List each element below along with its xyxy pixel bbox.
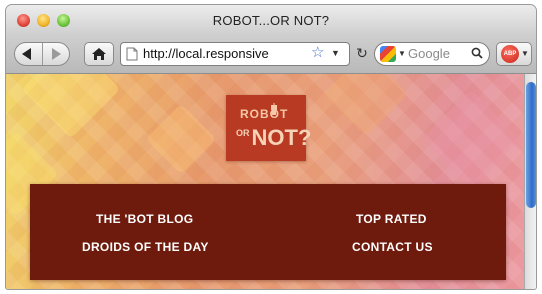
navigation-buttons (14, 42, 70, 66)
back-arrow-icon (22, 48, 31, 60)
minimize-button[interactable] (37, 14, 50, 27)
forward-arrow-icon (52, 48, 61, 60)
chevron-down-icon[interactable]: ▼ (331, 48, 340, 58)
url-bar[interactable]: http://local.responsive ☆ ▼ (120, 42, 350, 66)
browser-toolbar: http://local.responsive ☆ ▼ ↻ ▼ Google A… (6, 35, 536, 74)
site-navigation: THE 'BOT BLOG TOP RATED DROIDS OF THE DA… (30, 184, 506, 280)
page-content: ROBOT ORNOT? THE 'BOT BLOG TOP RATED DRO… (6, 74, 524, 289)
zoom-button[interactable] (57, 14, 70, 27)
bookmark-star-icon[interactable]: ☆ (311, 45, 324, 61)
nav-link-droids-of-the-day[interactable]: DROIDS OF THE DAY (82, 240, 209, 254)
scrollbar-thumb[interactable] (526, 82, 536, 208)
adblock-icon: ABP (501, 45, 519, 63)
browser-window: ROBOT...OR NOT? http://local.responsive … (6, 5, 536, 289)
title-bar: ROBOT...OR NOT? (6, 5, 536, 35)
google-icon (380, 46, 396, 62)
home-icon (92, 48, 106, 60)
vertical-scrollbar[interactable] (524, 74, 536, 289)
background-diamond (323, 74, 409, 137)
logo-word-not: ORNOT? (236, 125, 311, 151)
robot-icon (271, 103, 277, 115)
forward-button[interactable] (43, 43, 69, 65)
nav-link-top-rated[interactable]: TOP RATED (356, 212, 427, 226)
chevron-down-icon: ▼ (521, 49, 529, 58)
logo-word-robot: ROBOT (240, 107, 289, 121)
nav-link-contact-us[interactable]: CONTACT US (352, 240, 433, 254)
search-icon[interactable] (471, 47, 483, 59)
reload-icon[interactable]: ↻ (353, 44, 371, 62)
home-button[interactable] (84, 42, 114, 66)
nav-link-bot-blog[interactable]: THE 'BOT BLOG (96, 212, 193, 226)
search-bar[interactable]: ▼ Google (374, 42, 490, 66)
window-title: ROBOT...OR NOT? (212, 13, 330, 28)
search-placeholder[interactable]: Google (408, 46, 450, 61)
background-diamond (21, 74, 121, 139)
site-logo[interactable]: ROBOT ORNOT? (226, 95, 311, 161)
adblock-button[interactable]: ABP ▼ (496, 42, 532, 66)
logo-word-or: OR (236, 128, 250, 138)
search-engine-dropdown-icon[interactable]: ▼ (398, 49, 406, 58)
page-icon (126, 47, 138, 61)
url-text[interactable]: http://local.responsive (143, 46, 269, 61)
background-diamond (145, 103, 217, 175)
background-diamond (421, 89, 521, 189)
back-button[interactable] (15, 43, 43, 65)
logo-word-not-text: NOT? (251, 125, 312, 150)
close-button[interactable] (17, 14, 30, 27)
